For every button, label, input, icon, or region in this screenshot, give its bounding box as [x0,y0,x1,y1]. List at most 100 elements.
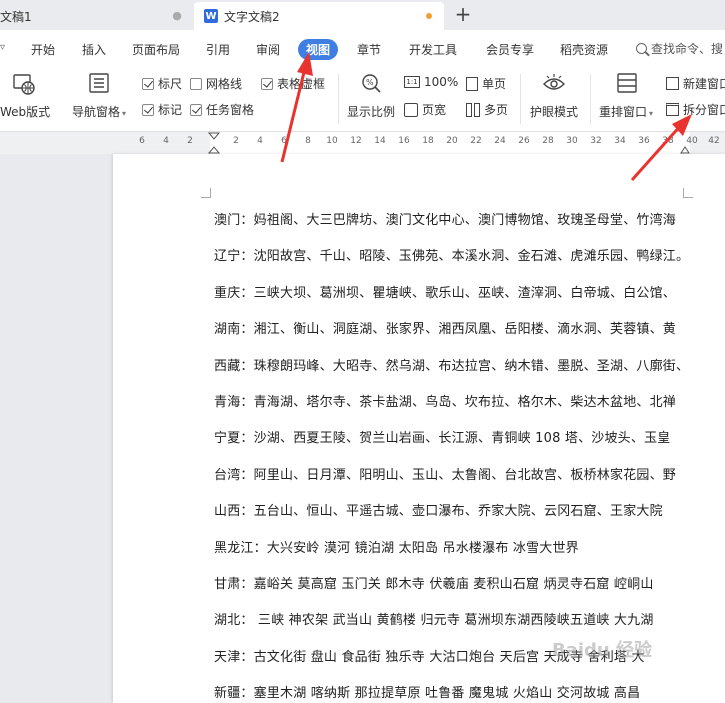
new-window-button[interactable]: 新建窗口 [666,75,725,92]
ruler-tick-label: 10 [326,136,338,146]
caret-down-icon: ▾ [649,109,654,118]
menu-page-layout[interactable]: 页面布局 [132,41,180,58]
menu-member[interactable]: 会员专享 [486,41,534,58]
document-paragraph[interactable]: 台湾：阿里山、日月潭、阳明山、玉山、太鲁阁、台北故宫、板桥林家花园、野 [214,464,676,483]
document-paragraph[interactable]: 湖南：湘江、衡山、洞庭湖、张家界、湘西凤凰、岳阳楼、滴水洞、芙蓉镇、黄 [214,318,676,337]
page-width-label: 页宽 [422,103,447,117]
navigation-pane-icon [89,73,109,93]
tab-document-2[interactable]: W 文字文稿2 [194,2,444,30]
command-search[interactable]: 查找命令、搜 [636,40,723,57]
markers-checkbox[interactable]: 标记 [142,101,182,118]
menu-review[interactable]: 审阅 [256,41,280,58]
document-paragraph[interactable]: 澳门：妈祖阁、大三巴牌坊、澳门文化中心、澳门博物馆、玫瑰圣母堂、竹湾海 [214,209,676,228]
single-page-icon [466,76,478,91]
menu-references[interactable]: 引用 [206,41,230,58]
navigation-pane-button[interactable]: 导航窗格 ▾ [72,103,126,120]
chevron-down-icon[interactable]: ▿ [0,42,5,53]
zoom-100-button[interactable]: 1:1 100% [404,75,458,89]
unsaved-dot-icon [426,13,432,19]
ruler-tick-label: 16 [398,136,410,146]
toolbar-divider [590,74,591,124]
document-paragraph[interactable]: 新疆：塞里木湖 喀纳斯 那拉提草原 吐鲁番 魔鬼城 火焰山 交河故城 高昌 [214,682,640,701]
gridlines-checkbox[interactable]: 网格线 [190,75,242,92]
ruler-tick-label: 22 [470,136,482,146]
ruler-tick-label: 4 [257,136,263,146]
menu-insert[interactable]: 插入 [82,41,106,58]
ruler-label: 标尺 [158,77,183,91]
ruler-tick-label: 38 [662,136,674,146]
multi-page-icon [474,102,480,117]
document-paragraph[interactable]: 重庆：三峡大坝、葛洲坝、瞿塘峡、歌乐山、巫峡、渣滓洞、白帝城、白公馆、 [214,282,676,301]
web-layout-button[interactable]: Web版式 [0,103,50,120]
ruler-tick-label: 28 [542,136,554,146]
document-paragraph[interactable]: 甘肃：嘉峪关 莫高窟 玉门关 郎木寺 伏羲庙 麦积山石窟 炳灵寺石窟 崆峒山 [214,573,654,592]
document-paragraph[interactable]: 黑龙江：大兴安岭 漠河 镜泊湖 太阳岛 吊水楼瀑布 冰雪大世界 [214,537,579,556]
multi-page-label: 多页 [484,103,509,117]
document-paragraph[interactable]: 西藏：珠穆朗玛峰、大昭寺、然乌湖、布达拉宫、纳木错、墨脱、圣湖、八廓街、 [214,355,689,374]
ruler-tick-label: 12 [350,136,362,146]
tab-bar: 文稿1 ● W 文字文稿2 + [0,0,725,30]
horizontal-ruler[interactable]: 6 4 2 2 4 6 8 10 12 14 16 18 20 22 24 26 28 30 32 34 36 38 40 4… [0,132,725,154]
split-window-icon [666,103,679,116]
document-paragraph[interactable]: 辽宁：沈阳故宫、千山、昭陵、玉佛苑、本溪水洞、金石滩、虎滩乐园、鸭绿江。 [214,245,689,264]
ruler-tick-label: 6 [139,136,145,146]
page-width-button[interactable]: 页宽 [404,101,446,118]
rearrange-window-icon [617,73,637,93]
checkbox-checked-icon [190,103,202,116]
eye-protection-button[interactable]: 护眼模式 [530,103,578,120]
menu-developer-tools[interactable]: 开发工具 [409,41,457,58]
page-corner-mark [201,188,211,198]
page-width-icon [404,102,418,117]
zoom-100-label: 100% [424,75,459,89]
ruler-tick-label: 2 [233,136,239,146]
table-borders-label: 表格虚框 [277,77,326,91]
document-paragraph[interactable]: 青海：青海湖、塔尔寺、茶卡盐湖、鸟岛、坎布拉、格尔木、柴达木盆地、北禅 [214,391,676,410]
multi-page-button[interactable]: 多页 [466,101,508,118]
split-window-button[interactable]: 拆分窗口 [666,101,725,118]
menu-home[interactable]: 开始 [31,41,55,58]
document-paragraph[interactable]: 山西：五台山、恒山、平遥古城、壶口瀑布、乔家大院、云冈石窟、王家大院 [214,500,663,519]
markers-label: 标记 [158,103,183,117]
gridlines-label: 网格线 [206,77,243,91]
eye-protection-icon [543,74,565,90]
ruler-tick-label: 8 [305,136,311,146]
checkbox-checked-icon [142,77,154,90]
ruler-tick-label: 14 [374,136,386,146]
close-icon[interactable]: ● [172,10,182,21]
caret-down-icon: ▾ [122,109,127,118]
ruler-tick-label: 32 [590,136,602,146]
navigation-pane-label: 导航窗格 [72,105,121,119]
table-borders-checkbox[interactable]: 表格虚框 [261,75,325,92]
ruler-tick-label: 42 [708,136,720,146]
svg-text:%: % [366,78,374,87]
ruler-tick-label: 4 [163,136,169,146]
zoom-icon: % [362,74,381,93]
rearrange-window-button[interactable]: 重排窗口 ▾ [599,103,653,120]
indent-marker-icon[interactable] [208,132,220,154]
tab-label: 文字文稿2 [224,9,280,24]
document-page[interactable]: 澳门：妈祖阁、大三巴牌坊、澳门文化中心、澳门博物馆、玫瑰圣母堂、竹湾海 辽宁：沈阳… [113,154,725,703]
single-page-button[interactable]: 单页 [466,75,506,92]
ruler-tick-label: 30 [566,136,578,146]
right-indent-marker-icon[interactable] [680,140,690,154]
menu-chapter[interactable]: 章节 [357,41,381,58]
writer-doc-icon: W [204,9,218,23]
tab-document-1[interactable]: 文稿1 ● [0,2,193,30]
web-layout-icon [13,74,35,95]
ruler-tick-label: 2 [187,136,193,146]
task-pane-checkbox[interactable]: 任务窗格 [190,101,254,118]
split-window-label: 拆分窗口 [683,103,725,117]
ruler-checkbox[interactable]: 标尺 [142,75,182,92]
new-tab-plus-icon[interactable]: + [454,4,472,24]
ruler-tick-label: 34 [614,136,626,146]
multi-page-icon [466,102,472,117]
task-pane-label: 任务窗格 [206,103,255,117]
document-paragraph[interactable]: 湖北： 三峡 神农架 武当山 黄鹤楼 归元寺 葛洲坝东湖西陵峡五道峡 大九湖 [214,609,654,628]
new-window-label: 新建窗口 [683,77,725,91]
zoom-button[interactable]: 显示比例 [347,103,395,120]
menu-docer-resources[interactable]: 稻壳资源 [560,41,608,58]
checkbox-empty-icon [190,77,202,90]
menu-view[interactable]: 视图 [298,39,339,60]
ruler-tick-label: 24 [494,136,506,146]
document-paragraph[interactable]: 宁夏：沙湖、西夏王陵、贺兰山岩画、长江源、青铜峡 108 塔、沙坡头、玉皇 [214,427,670,446]
